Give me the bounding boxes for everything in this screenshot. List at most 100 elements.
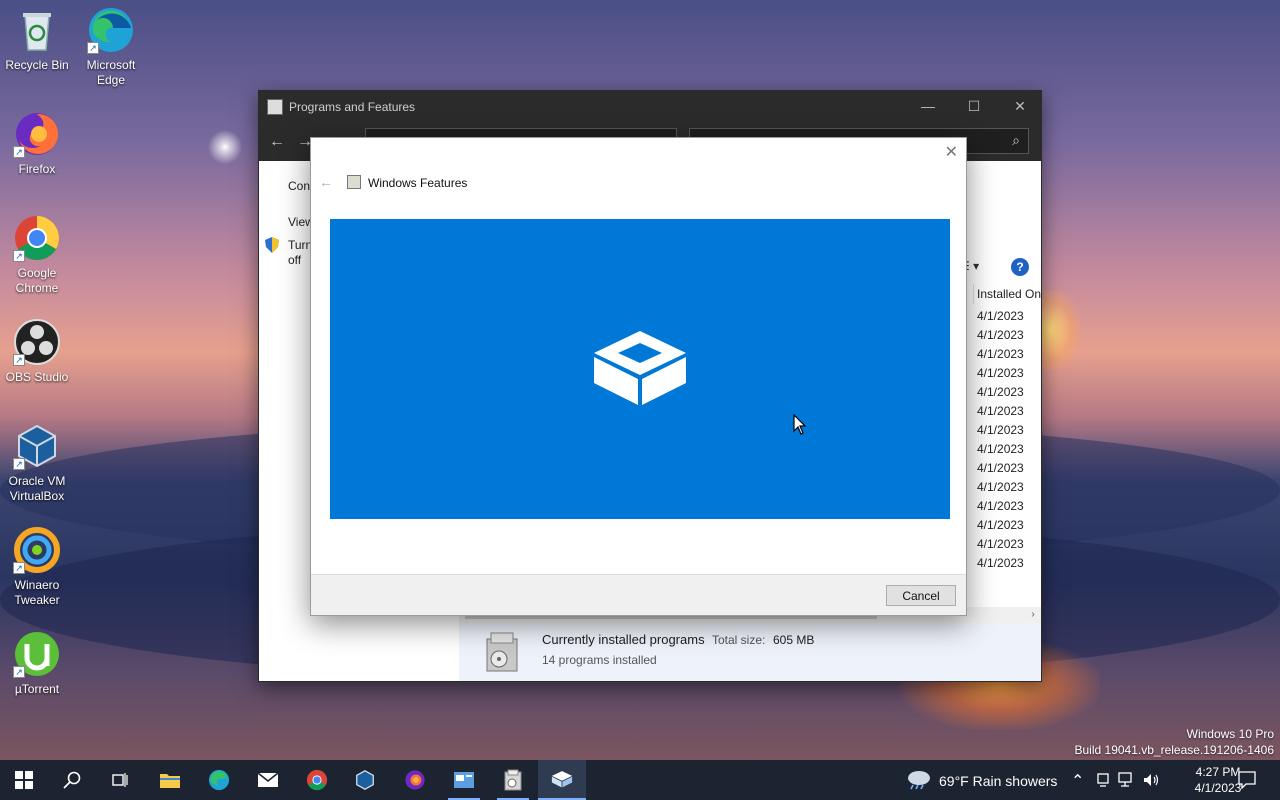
installed-programs-icon <box>486 632 518 672</box>
installed-on-cell: 4/1/2023 <box>977 404 1024 418</box>
programs-count: 14 programs installed <box>542 653 657 667</box>
edition-text: Windows 10 Pro <box>1186 727 1274 741</box>
volume-icon[interactable] <box>1142 772 1160 788</box>
virtualbox-icon <box>356 770 374 790</box>
task-view-button[interactable] <box>96 760 144 800</box>
dialog-footer: Cancel <box>311 574 966 615</box>
taskbar-windows-features[interactable] <box>538 760 586 800</box>
sidebar-link-turn-windows-features[interactable]: Turn <box>288 238 312 252</box>
shortcut-arrow-icon: ↗ <box>87 42 99 54</box>
desktop-icon-utorrent[interactable]: ↗ µTorrent <box>0 630 74 697</box>
virtualbox-icon: ↗ <box>13 422 61 470</box>
total-size-label: Total size: <box>712 633 766 647</box>
taskbar-firefox[interactable] <box>391 760 439 800</box>
installed-on-cell: 4/1/2023 <box>977 480 1024 494</box>
windows-watermark: Windows 10 Pro Build 19041.vb_release.19… <box>1075 726 1275 758</box>
windows-features-box-icon <box>594 331 686 405</box>
close-button[interactable]: ✕ <box>997 91 1043 123</box>
shortcut-arrow-icon: ↗ <box>13 562 25 574</box>
shortcut-arrow-icon: ↗ <box>13 250 25 262</box>
mail-icon <box>257 772 279 787</box>
taskbar-file-explorer[interactable] <box>146 760 194 800</box>
installed-on-cell: 4/1/2023 <box>977 442 1024 456</box>
shortcut-arrow-icon: ↗ <box>13 666 25 678</box>
desktop-icon-chrome[interactable]: ↗ Google Chrome <box>0 214 74 296</box>
desktop-icon-label: Firefox <box>18 162 56 176</box>
desktop-icon-virtualbox[interactable]: ↗ Oracle VM VirtualBox <box>0 422 74 504</box>
chrome-icon <box>306 769 328 791</box>
installed-on-cell: 4/1/2023 <box>977 499 1024 513</box>
taskbar-control-panel[interactable] <box>440 760 488 800</box>
taskbar-mail[interactable] <box>244 760 292 800</box>
desktop-icon-winaero[interactable]: ↗ Winaero Tweaker <box>0 526 74 608</box>
desktop-icon-label: Recycle Bin <box>5 58 69 72</box>
desktop-icon-firefox[interactable]: ↗ Firefox <box>0 110 74 177</box>
search-icon <box>63 771 81 789</box>
network-icon[interactable] <box>1118 772 1136 788</box>
window-title: Programs and Features <box>289 100 416 114</box>
installed-on-cell: 4/1/2023 <box>977 385 1024 399</box>
installed-on-cell: 4/1/2023 <box>977 328 1024 342</box>
task-view-icon <box>112 773 128 787</box>
start-button[interactable] <box>0 760 48 800</box>
scroll-right-icon[interactable]: › <box>1025 607 1041 623</box>
file-explorer-icon <box>160 774 180 788</box>
notification-center-icon[interactable] <box>1238 771 1256 789</box>
sidebar-link-turn-windows-features-cont[interactable]: off <box>288 253 301 267</box>
progress-banner <box>330 219 950 519</box>
taskbar-edge[interactable] <box>195 760 243 800</box>
installed-on-cell: 4/1/2023 <box>977 366 1024 380</box>
details-title: Currently installed programs <box>542 632 705 647</box>
installed-on-cell: 4/1/2023 <box>977 461 1024 475</box>
close-icon[interactable]: ✕ <box>945 142 958 162</box>
taskbar-programs-features[interactable] <box>489 760 537 800</box>
meet-now-icon[interactable] <box>1096 772 1110 788</box>
search-icon: ⌕ <box>1012 132 1020 148</box>
desktop-icon-obs[interactable]: ↗ OBS Studio <box>0 318 74 385</box>
installed-on-cell: 4/1/2023 <box>977 423 1024 437</box>
desktop-icon-label: Winaero Tweaker <box>14 578 60 607</box>
desktop-icon-label: Oracle VM VirtualBox <box>8 474 66 503</box>
control-panel-icon <box>454 772 474 788</box>
chrome-icon: ↗ <box>13 214 61 262</box>
taskbar-chrome[interactable] <box>293 760 341 800</box>
firefox-icon <box>405 770 425 790</box>
back-arrow-icon[interactable]: ← <box>319 174 333 190</box>
windows-features-dialog[interactable]: ✕ ← Windows Features Cancel <box>310 137 967 616</box>
help-icon[interactable]: ? <box>1011 258 1029 276</box>
edge-icon <box>208 769 230 791</box>
search-button[interactable] <box>48 760 96 800</box>
shortcut-arrow-icon: ↗ <box>13 146 25 158</box>
start-icon <box>15 771 33 789</box>
shortcut-arrow-icon: ↗ <box>13 458 25 470</box>
back-arrow-icon[interactable]: ← <box>263 133 291 151</box>
maximize-button[interactable]: ☐ <box>951 91 997 123</box>
installed-on-cell: 4/1/2023 <box>977 556 1024 570</box>
desktop-icon-edge[interactable]: ↗ Microsoft Edge <box>74 6 148 88</box>
details-pane: Currently installed programs Total size:… <box>459 623 1041 681</box>
uac-shield-icon <box>265 237 279 253</box>
winaero-icon: ↗ <box>13 526 61 574</box>
obs-icon: ↗ <box>13 318 61 366</box>
taskbar-virtualbox[interactable] <box>341 760 389 800</box>
column-header-installed-on[interactable]: Installed On <box>973 284 1043 304</box>
cancel-button[interactable]: Cancel <box>886 585 956 606</box>
wallpaper-star <box>198 120 252 174</box>
title-bar[interactable]: Programs and Features — ☐ ✕ <box>259 91 1041 123</box>
programs-features-icon <box>504 769 522 791</box>
windows-features-icon <box>551 771 573 788</box>
desktop-icon-recycle-bin[interactable]: Recycle Bin <box>0 6 74 73</box>
shortcut-arrow-icon: ↗ <box>13 354 25 366</box>
total-size-value: 605 MB <box>773 633 815 647</box>
weather-rain-icon <box>908 771 930 790</box>
weather-widget[interactable]: 69°F Rain showers <box>939 773 1057 789</box>
control-panel-icon <box>267 99 283 115</box>
desktop-icon-label: Google Chrome <box>15 266 59 295</box>
desktop-icon-label: Microsoft Edge <box>86 58 136 87</box>
show-hidden-icons-chevron-icon[interactable]: ⌃ <box>1071 771 1084 791</box>
utorrent-icon: ↗ <box>13 630 61 678</box>
installed-on-cell: 4/1/2023 <box>977 518 1024 532</box>
minimize-button[interactable]: — <box>905 91 951 123</box>
installed-on-cell: 4/1/2023 <box>977 309 1024 323</box>
installed-on-cell: 4/1/2023 <box>977 537 1024 551</box>
